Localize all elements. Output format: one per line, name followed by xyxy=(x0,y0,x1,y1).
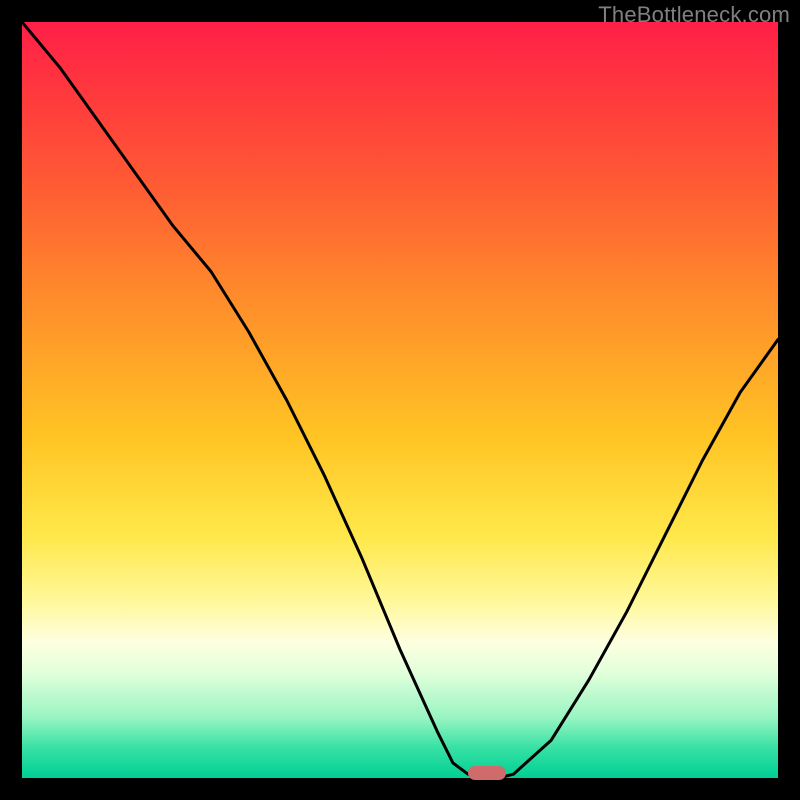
optimal-marker xyxy=(468,766,506,780)
plot-area xyxy=(22,22,778,778)
chart-frame: TheBottleneck.com xyxy=(0,0,800,800)
bottleneck-curve xyxy=(22,22,778,778)
